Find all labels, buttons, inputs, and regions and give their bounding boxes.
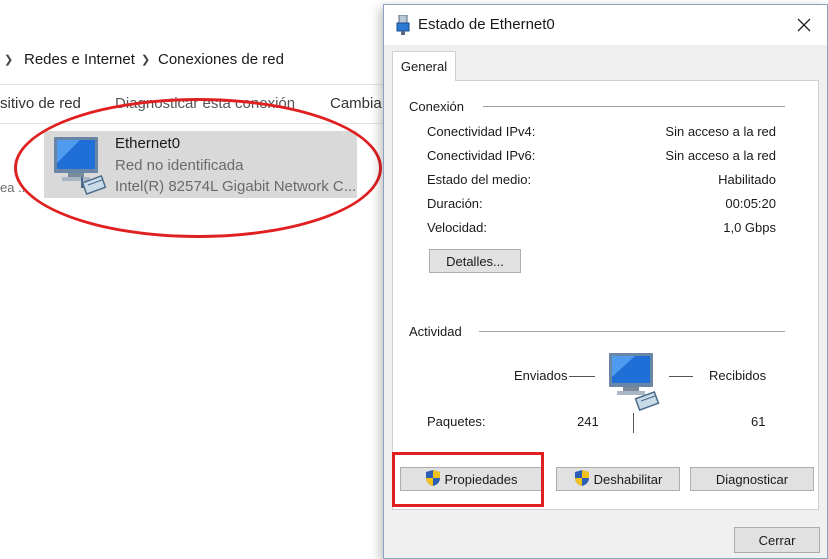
network-activity-icon [607,351,663,414]
packets-label: Paquetes: [427,414,486,429]
media-state-value: Habilitado [718,172,776,187]
ipv4-value: Sin acceso a la red [665,124,776,139]
disable-button[interactable]: Deshabilitar [556,467,680,491]
general-panel: Conexión Conectividad IPv4: Sin acceso a… [392,80,819,510]
breadcrumb-chevron-icon: ❯ [4,54,14,66]
disable-label: Deshabilitar [593,471,663,487]
close-icon[interactable] [781,5,827,45]
activity-divider [633,413,634,433]
uac-shield-icon [574,469,590,490]
connection-group-label: Conexión [409,99,470,114]
media-state-label: Estado del medio: [427,172,532,187]
close-button[interactable]: Cerrar [734,527,820,553]
dialog-title: Estado de Ethernet0 [418,16,555,33]
packets-received-value: 61 [751,414,766,429]
annotation-rectangle [392,452,544,507]
toolbar-disable-device[interactable]: sitivo de red [0,95,81,112]
group-divider [479,331,785,332]
sent-label: Enviados [514,368,568,383]
duration-label: Duración: [427,196,483,211]
activity-group-label: Actividad [409,324,468,339]
received-label: Recibidos [709,368,767,383]
toolbar-change[interactable]: Cambia [330,95,382,112]
speed-label: Velocidad: [427,220,487,235]
diagnose-button[interactable]: Diagnosticar [690,467,814,491]
sent-line [569,376,595,377]
breadcrumb-item-redes[interactable]: Redes e Internet [24,51,135,68]
dialog-titlebar[interactable]: Estado de Ethernet0 [384,5,827,45]
packets-sent-value: 241 [577,414,599,429]
ethernet-title-icon [396,14,410,38]
received-line [669,376,693,377]
breadcrumb-item-conexiones[interactable]: Conexiones de red [158,51,284,68]
group-divider [483,106,785,107]
duration-value: 00:05:20 [725,196,776,211]
annotation-ellipse [14,98,382,238]
ipv4-label: Conectividad IPv4: [427,124,536,139]
ipv6-label: Conectividad IPv6: [427,148,536,163]
details-button[interactable]: Detalles... [429,249,521,273]
breadcrumb-chevron-icon: ❯ [141,54,151,66]
tab-general[interactable]: General [392,51,456,81]
ipv6-value: Sin acceso a la red [665,148,776,163]
speed-value: 1,0 Gbps [723,220,776,235]
